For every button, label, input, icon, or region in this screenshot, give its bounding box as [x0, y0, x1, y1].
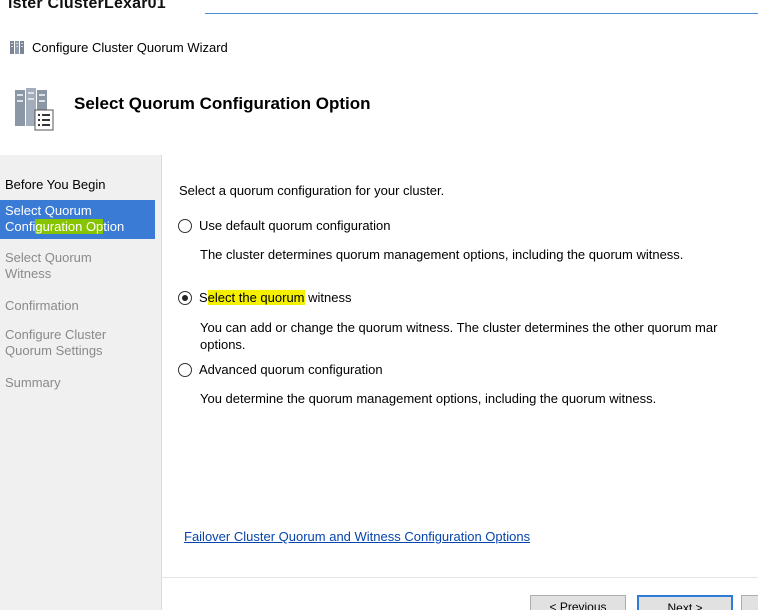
wizard-header: Select Quorum Configuration Option — [0, 78, 758, 138]
step-label-line2: Witness — [5, 266, 52, 281]
wizard-steps-sidebar: Before You Begin Select Quorum Configura… — [0, 155, 162, 610]
step-label: Select Quorum — [5, 203, 92, 218]
option-label[interactable]: Select the quorum witness — [199, 290, 351, 305]
step-label-line2: Configuration Option — [5, 219, 155, 235]
wizard-window-icon — [10, 40, 25, 55]
step-label-part: tion — [103, 219, 125, 234]
step-label: Summary — [5, 375, 61, 390]
title-underline — [205, 13, 758, 14]
step-label-part: Confi — [5, 219, 36, 234]
step-configure-cluster-quorum-settings[interactable]: Configure Cluster Quorum Settings — [0, 327, 155, 359]
step-select-quorum-configuration[interactable]: Select Quorum Configuration Option — [0, 200, 155, 239]
option-label[interactable]: Use default quorum configuration — [199, 218, 391, 233]
step-label: Confirmation — [5, 298, 79, 313]
description-line: You can add or change the quorum witness… — [200, 320, 718, 335]
step-before-you-begin[interactable]: Before You Begin — [0, 177, 155, 193]
step-select-quorum-witness[interactable]: Select Quorum Witness — [0, 250, 155, 282]
window-title: Configure Cluster Quorum Wizard — [32, 39, 228, 55]
step-summary[interactable]: Summary — [0, 375, 155, 391]
description-line: options. — [200, 337, 246, 352]
step-label-line2: Quorum Settings — [5, 343, 103, 358]
option-label-part: witness — [304, 290, 352, 305]
instruction-text: Select a quorum configuration for your c… — [179, 183, 445, 198]
extra-button[interactable] — [741, 595, 758, 610]
next-button[interactable]: Next > — [637, 595, 733, 610]
step-label: Configure Cluster — [5, 327, 107, 342]
window-titlebar: Configure Cluster Quorum Wizard — [10, 38, 228, 56]
option-default-quorum[interactable]: Use default quorum configuration — [178, 218, 391, 233]
option-description: The cluster determines quorum management… — [200, 247, 684, 262]
step-label: Before You Begin — [5, 177, 106, 192]
radio-select-quorum-witness[interactable] — [178, 290, 192, 305]
radio-advanced-quorum[interactable] — [178, 362, 192, 377]
option-label-part: S — [199, 290, 208, 305]
help-link[interactable]: Failover Cluster Quorum and Witness Conf… — [184, 529, 530, 544]
step-confirmation[interactable]: Confirmation — [0, 298, 155, 314]
footer-divider — [162, 577, 758, 578]
step-label-highlight: guration Op — [35, 219, 104, 234]
option-label[interactable]: Advanced quorum configuration — [199, 362, 383, 377]
cluster-server-icon — [13, 84, 57, 132]
step-label: Select Quorum — [5, 250, 92, 265]
option-description: You can add or change the quorum witness… — [200, 319, 758, 353]
option-select-quorum-witness[interactable]: Select the quorum witness — [178, 290, 351, 305]
option-label-highlight: elect the quorum — [207, 290, 305, 305]
radio-default-quorum[interactable] — [178, 218, 192, 233]
option-description: You determine the quorum management opti… — [200, 391, 657, 406]
wizard-content: Select a quorum configuration for your c… — [162, 155, 758, 610]
page-title: Select Quorum Configuration Option — [74, 94, 371, 113]
cluster-title: ister ClusterLexar01 — [8, 0, 166, 12]
previous-button[interactable]: < Previous — [530, 595, 626, 610]
option-advanced-quorum[interactable]: Advanced quorum configuration — [178, 362, 383, 377]
